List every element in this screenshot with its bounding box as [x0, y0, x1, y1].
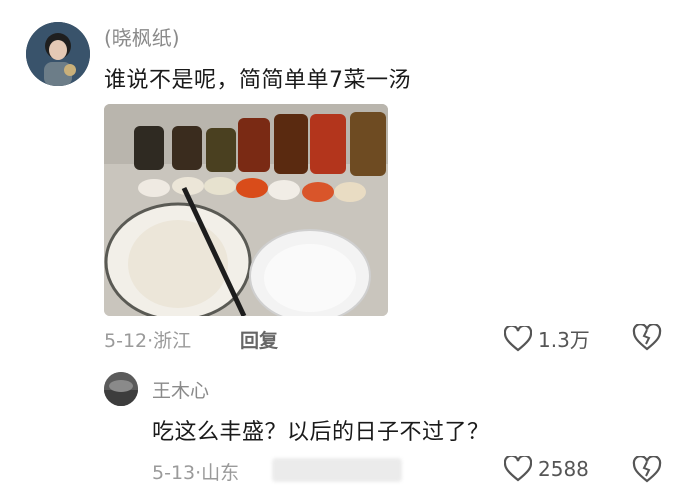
comment-date: 5-12 [104, 330, 148, 352]
watermark [272, 458, 402, 482]
comment-photo[interactable] [104, 104, 388, 316]
comment-location: 浙江 [153, 330, 192, 352]
reply-avatar[interactable] [104, 372, 138, 406]
broken-heart-icon [632, 323, 662, 351]
heart-outline-icon [504, 456, 532, 482]
reply-text: 吃这么丰盛？以后的日子不过了？ [152, 420, 490, 445]
comment-text: 谁说不是呢，简简单单7菜一汤 [104, 68, 411, 93]
dislike-button[interactable] [632, 323, 662, 356]
reply-like-count: 2588 [538, 457, 589, 481]
reply-like-button[interactable]: 2588 [504, 456, 589, 482]
reply-location: 山东 [201, 462, 240, 484]
username[interactable]: (晓枫纸) [104, 22, 180, 51]
like-count: 1.3万 [538, 328, 590, 352]
comment-meta: 5-12·浙江 [104, 326, 191, 353]
avatar[interactable] [26, 22, 90, 86]
like-button[interactable]: 1.3万 [504, 324, 590, 353]
heart-outline-icon [504, 325, 532, 351]
broken-heart-icon [632, 455, 662, 483]
reply-username[interactable]: 王木心 [152, 376, 209, 403]
reply-dislike-button[interactable] [632, 455, 662, 488]
reply-date: 5-13 [152, 462, 196, 484]
reply-button[interactable]: 回复 [240, 326, 278, 353]
reply-meta: 5-13·山东 [152, 458, 239, 485]
